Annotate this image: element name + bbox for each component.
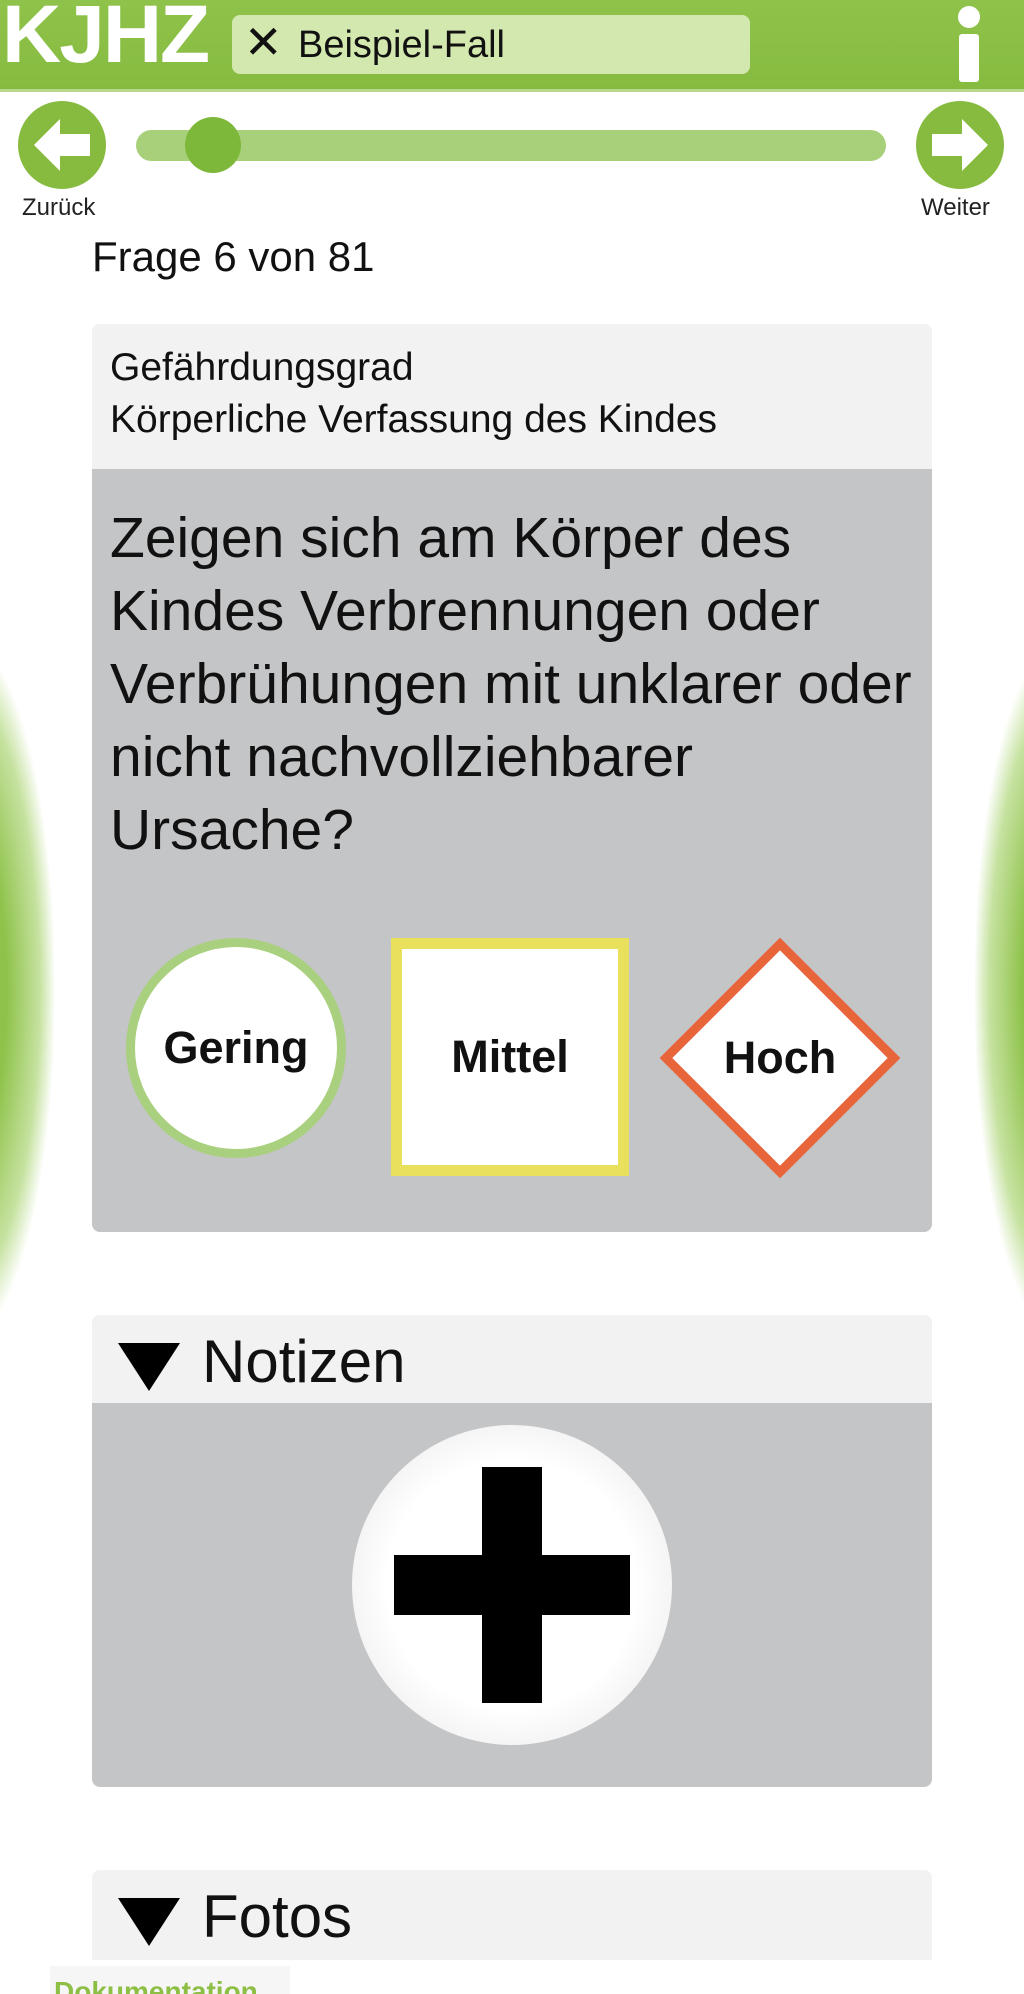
choice-gering-label: Gering xyxy=(163,1022,309,1073)
app-logo: KJHZ xyxy=(2,0,210,80)
swipe-hint-left xyxy=(0,640,54,1340)
question-counter: Frage 6 von 81 xyxy=(92,233,375,280)
info-icon-bar xyxy=(959,34,979,82)
close-case-icon[interactable]: ✕ xyxy=(244,19,283,65)
choice-hoch-label: Hoch xyxy=(723,1032,837,1083)
photos-header[interactable]: Fotos xyxy=(92,1870,932,1958)
info-icon[interactable] xyxy=(952,6,986,82)
top-bar: KJHZ ✕ Beispiel-Fall xyxy=(0,0,1024,92)
arrow-right-icon xyxy=(916,101,1004,189)
notes-header[interactable]: Notizen xyxy=(92,1315,932,1403)
next-button[interactable] xyxy=(916,101,1004,189)
info-icon-dot xyxy=(958,6,980,28)
notes-title: Notizen xyxy=(202,1328,406,1395)
collapse-triangle-icon xyxy=(118,1898,180,1946)
progress-track[interactable] xyxy=(136,130,886,161)
choice-mittel-button[interactable]: Mittel xyxy=(391,938,629,1176)
photos-section: Fotos xyxy=(92,1870,932,1960)
arrow-left-icon xyxy=(18,101,106,189)
photos-title: Fotos xyxy=(202,1883,353,1950)
question-category: Gefährdungsgrad xyxy=(110,346,414,389)
case-field[interactable]: ✕ Beispiel-Fall xyxy=(232,15,750,74)
back-label[interactable]: Zurück xyxy=(22,194,95,222)
question-subcategory: Körperliche Verfassung des Kindes xyxy=(110,398,718,441)
choice-gering-button[interactable]: Gering xyxy=(126,938,346,1158)
collapse-triangle-icon xyxy=(118,1343,180,1391)
bottom-tab-dokumentation[interactable]: Dokumentation xyxy=(50,1966,290,1994)
bottom-tab-label: Dokumentation xyxy=(54,1976,258,1994)
question-card: Gefährdungsgrad Körperliche Verfassung d… xyxy=(92,324,932,1232)
swipe-hint-right xyxy=(975,640,1024,1340)
question-text: Zeigen sich am Körper des Kindes Verbren… xyxy=(110,506,912,862)
progress-knob[interactable] xyxy=(184,117,241,173)
add-note-button[interactable] xyxy=(352,1425,672,1745)
notes-section: Notizen xyxy=(92,1315,932,1787)
back-button[interactable] xyxy=(18,101,106,189)
plus-icon-bar xyxy=(394,1555,630,1615)
case-name: Beispiel-Fall xyxy=(298,24,505,66)
choice-hoch-button[interactable]: Hoch xyxy=(660,938,900,1178)
choice-mittel-label: Mittel xyxy=(451,1031,569,1082)
next-label[interactable]: Weiter xyxy=(921,194,990,222)
question-card-header: Gefährdungsgrad Körperliche Verfassung d… xyxy=(92,324,932,469)
